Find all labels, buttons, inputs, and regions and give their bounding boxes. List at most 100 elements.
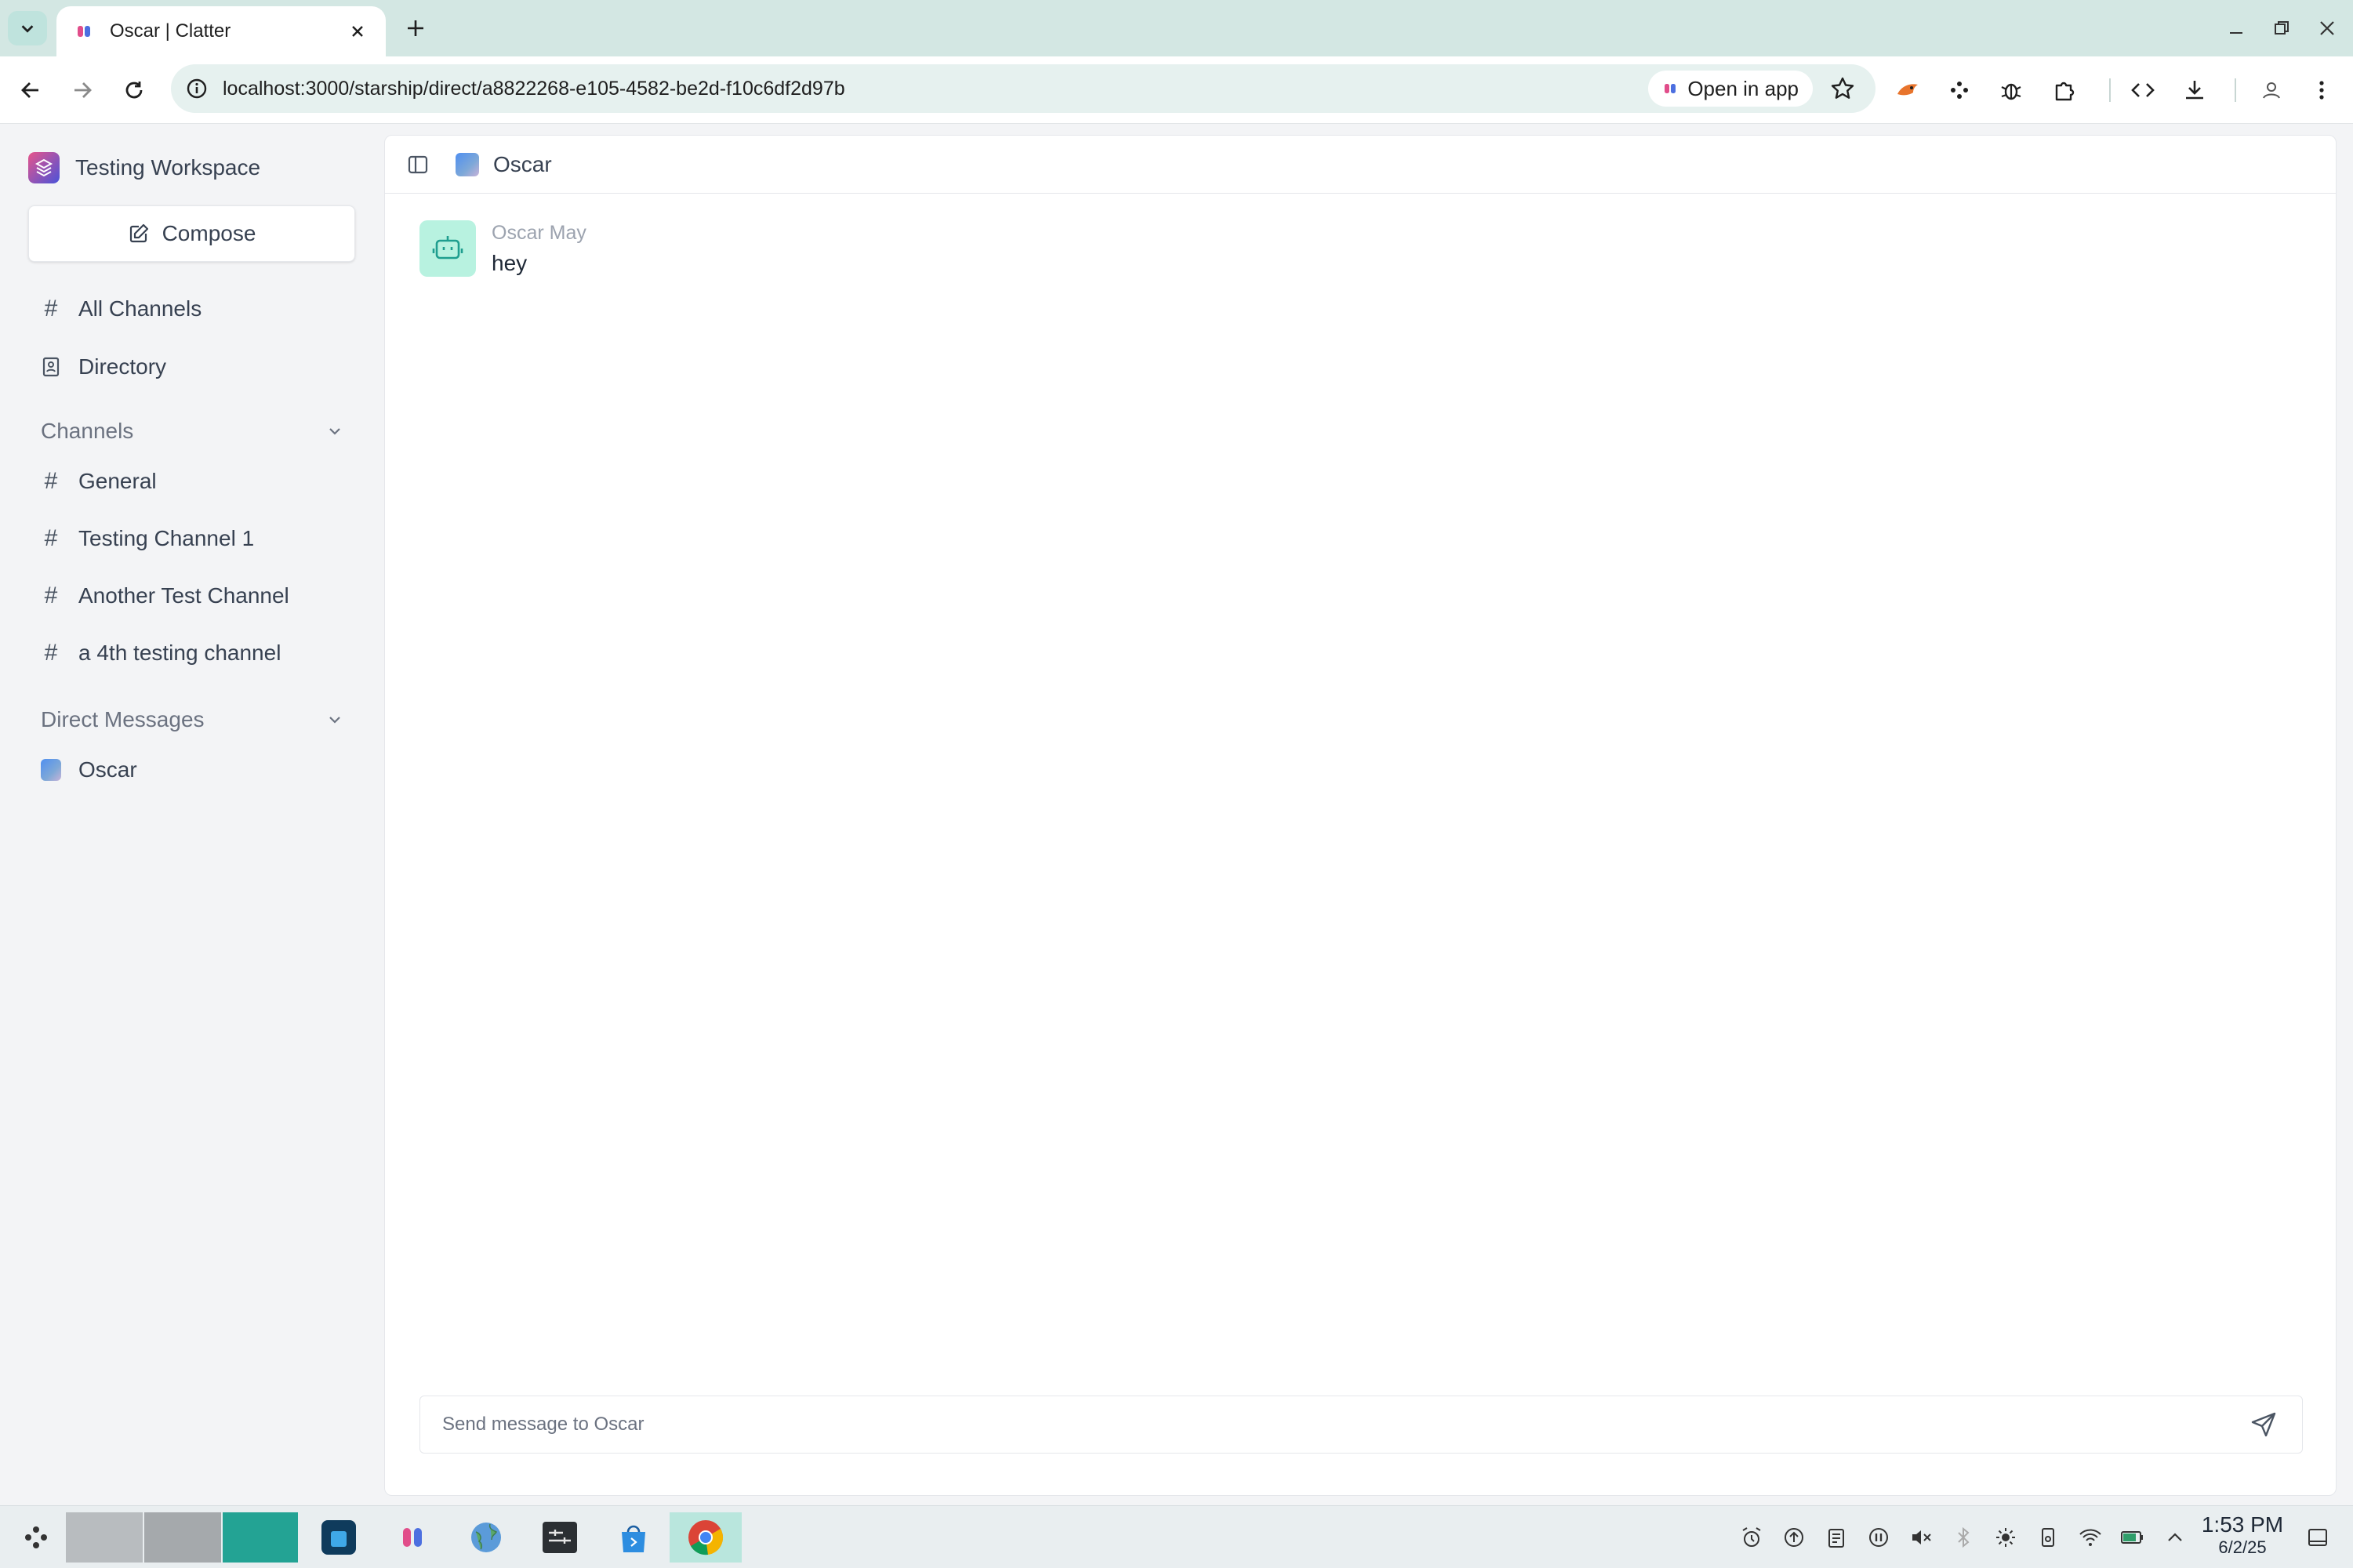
workspace-logo-icon	[28, 152, 60, 183]
sidebar-item-channel[interactable]: # General	[41, 464, 157, 499]
directory-icon	[41, 357, 61, 377]
os-taskbar: 1:53 PM 6/2/25	[0, 1505, 2353, 1568]
workspace-name: Testing Workspace	[75, 155, 261, 180]
browser-menu-icon[interactable]	[2305, 74, 2338, 107]
message-text: hey	[492, 251, 528, 275]
clock-date: 6/2/25	[2218, 1537, 2267, 1557]
back-arrow-icon[interactable]	[13, 72, 49, 108]
bookmark-star-icon[interactable]	[1827, 73, 1858, 104]
pause-icon[interactable]	[1865, 1523, 1893, 1552]
chevron-down-icon	[21, 25, 34, 33]
hash-icon: #	[44, 468, 58, 494]
channels-section-header[interactable]: Channels	[41, 414, 343, 448]
sidebar-item-all-channels[interactable]: # All Channels	[41, 292, 202, 326]
notifications-icon[interactable]	[2304, 1523, 2332, 1552]
bot-icon	[419, 220, 476, 277]
hash-icon: #	[44, 583, 58, 608]
bug-icon[interactable]	[1995, 74, 2028, 107]
launcher-icon[interactable]	[14, 1512, 58, 1563]
app-store-icon[interactable]	[318, 1512, 359, 1563]
chevron-down-icon[interactable]	[326, 423, 343, 440]
conversation-title: Oscar	[493, 151, 552, 176]
bluetooth-icon[interactable]	[1949, 1523, 1977, 1552]
clatter-app-icon[interactable]	[392, 1512, 433, 1563]
sidebar-item-label: All Channels	[78, 296, 202, 321]
forward-arrow-icon[interactable]	[64, 72, 100, 108]
open-in-app-label: Open in app	[1687, 76, 1799, 100]
chrome-taskbar-icon[interactable]	[670, 1512, 742, 1563]
close-window-icon[interactable]	[2311, 13, 2343, 44]
workspace-thumbnail-1[interactable]	[66, 1512, 143, 1563]
wifi-icon[interactable]	[2076, 1523, 2104, 1552]
sidebar-item-channel[interactable]: # Another Test Channel	[41, 579, 289, 613]
download-icon[interactable]	[2178, 74, 2211, 107]
open-in-app-button[interactable]: Open in app	[1648, 71, 1813, 107]
dm-header-label: Direct Messages	[41, 707, 205, 731]
site-info-icon[interactable]	[185, 77, 209, 100]
store-bag-icon[interactable]	[613, 1512, 654, 1563]
hash-icon: #	[44, 525, 58, 551]
message-input[interactable]	[442, 1414, 2247, 1436]
compose-button[interactable]: Compose	[28, 205, 355, 262]
hash-icon: #	[44, 296, 58, 321]
profile-icon[interactable]	[2255, 74, 2288, 107]
taskbar-clock[interactable]: 1:53 PM 6/2/25	[2195, 1512, 2289, 1558]
sidebar-item-label: Oscar	[78, 757, 137, 782]
chevron-up-icon[interactable]	[2161, 1523, 2189, 1552]
terminal-icon[interactable]	[539, 1512, 580, 1563]
extension-dots-icon[interactable]	[1943, 74, 1976, 107]
conversation-header: Oscar	[385, 136, 2336, 194]
sidebar-toggle-icon[interactable]	[407, 154, 429, 176]
tab-search-button[interactable]	[8, 11, 47, 45]
url-text[interactable]: localhost:3000/starship/direct/a8822268-…	[223, 78, 1648, 100]
browser-toolbar: localhost:3000/starship/direct/a8822268-…	[0, 56, 2353, 124]
compose-label: Compose	[162, 221, 256, 245]
clatter-favicon-icon	[78, 26, 90, 37]
clipboard-icon[interactable]	[1822, 1523, 1850, 1552]
sidebar-item-label: Directory	[78, 354, 167, 379]
workspace-thumbnail-3[interactable]	[223, 1512, 298, 1563]
extensions-puzzle-icon[interactable]	[2048, 74, 2081, 107]
sidebar-item-channel[interactable]: # Testing Channel 1	[41, 521, 255, 556]
sidebar-item-label: Another Test Channel	[78, 583, 289, 608]
globe-icon[interactable]	[466, 1512, 507, 1563]
sidebar-item-label: General	[78, 469, 157, 493]
message-item: Oscar May hey	[419, 220, 586, 277]
reload-icon[interactable]	[116, 72, 152, 108]
workspace-switcher[interactable]: Testing Workspace	[28, 152, 260, 183]
sidebar-item-directory[interactable]: Directory	[41, 350, 166, 384]
send-icon[interactable]	[2247, 1408, 2280, 1441]
message-author: Oscar May	[492, 222, 586, 244]
battery-icon[interactable]	[2119, 1523, 2147, 1552]
minimize-icon[interactable]	[2220, 13, 2252, 44]
sidebar-item-channel[interactable]: # a 4th testing channel	[41, 636, 281, 670]
tab-close-icon[interactable]	[347, 20, 369, 42]
hash-icon: #	[44, 640, 58, 666]
user-avatar	[41, 759, 61, 781]
sidebar: Testing Workspace Compose # All Channels…	[0, 124, 384, 1505]
update-icon[interactable]	[1780, 1523, 1808, 1552]
alarm-icon[interactable]	[1738, 1523, 1766, 1552]
storage-icon[interactable]	[2034, 1523, 2062, 1552]
devtools-code-icon[interactable]	[2126, 74, 2159, 107]
address-bar[interactable]: localhost:3000/starship/direct/a8822268-…	[171, 64, 1876, 113]
volume-muted-icon[interactable]	[1907, 1523, 1935, 1552]
tab-title: Oscar | Clatter	[110, 20, 231, 42]
clock-time: 1:53 PM	[2201, 1512, 2284, 1537]
sidebar-item-dm[interactable]: Oscar	[41, 753, 137, 787]
browser-tab-active[interactable]: Oscar | Clatter	[56, 6, 386, 56]
conversation-avatar	[456, 152, 479, 176]
toolbar-separator	[2235, 78, 2236, 102]
conversation-panel: Oscar Oscar May hey	[384, 135, 2337, 1496]
direct-messages-section-header[interactable]: Direct Messages	[41, 702, 343, 737]
workspace-thumbnail-2[interactable]	[144, 1512, 221, 1563]
brightness-icon[interactable]	[1992, 1523, 2020, 1552]
extension-fox-icon[interactable]	[1891, 74, 1924, 107]
channels-header-label: Channels	[41, 419, 134, 443]
browser-tabstrip: Oscar | Clatter	[0, 0, 2353, 56]
chevron-down-icon[interactable]	[326, 711, 343, 728]
clatter-favicon-icon	[1665, 84, 1676, 93]
new-tab-icon[interactable]	[401, 14, 430, 42]
restore-icon[interactable]	[2266, 13, 2297, 44]
message-composer[interactable]	[419, 1396, 2303, 1454]
